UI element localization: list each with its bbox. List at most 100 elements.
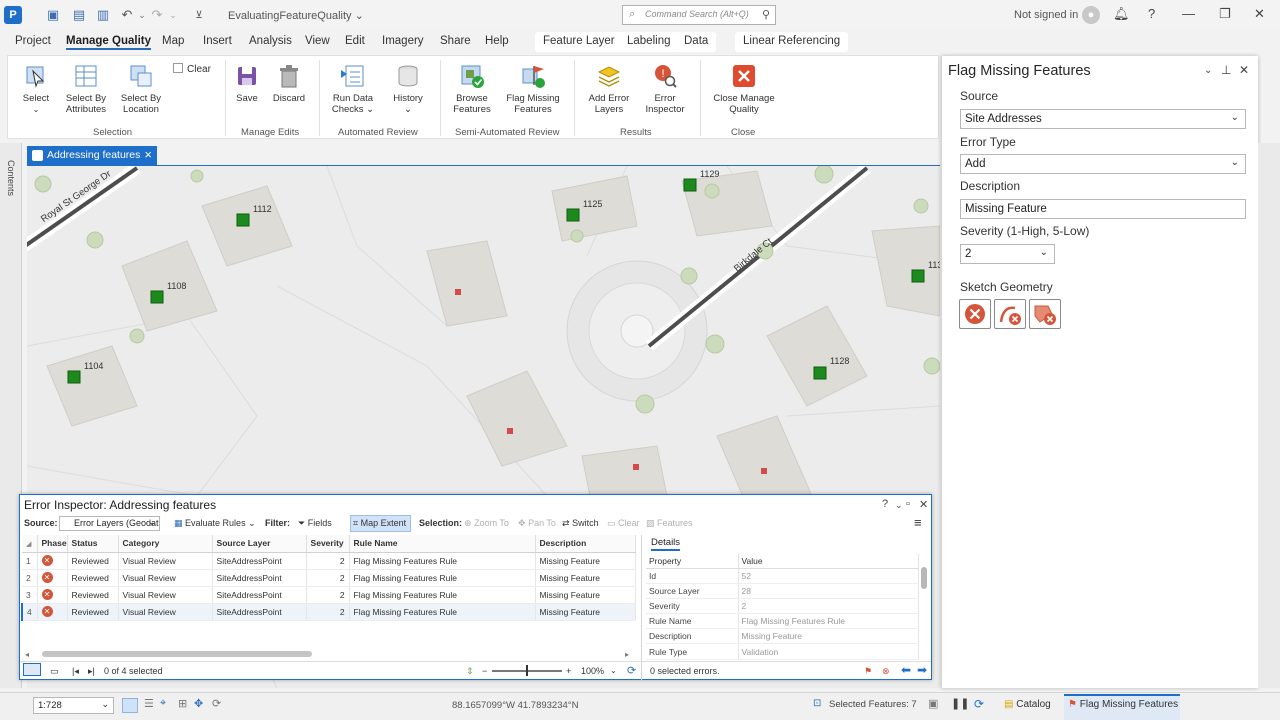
- run-data-checks-button[interactable]: Run Data Checks ⌄: [323, 62, 383, 115]
- scroll-left-icon[interactable]: ◂: [25, 650, 29, 659]
- sketch-line-button[interactable]: [994, 299, 1026, 329]
- select-by-attributes-button[interactable]: Select By Attributes: [56, 62, 116, 115]
- tab-labeling[interactable]: Labeling: [619, 32, 679, 52]
- table-row[interactable]: 1 ✕ Reviewed Visual Review SiteAddressPo…: [22, 552, 636, 570]
- tab-feature-layer[interactable]: Feature Layer: [535, 32, 623, 52]
- tab-catalog[interactable]: ▤ Catalog: [1004, 699, 1051, 710]
- customize-toolbar-icon[interactable]: ⊻: [190, 6, 208, 24]
- minimize-icon[interactable]: —: [1182, 6, 1195, 21]
- zoom-to-button[interactable]: ⊕ Zoom To: [464, 518, 509, 529]
- source-select[interactable]: Site Addresses ⌄: [960, 109, 1246, 129]
- map-extent-button[interactable]: ⌗ Map Extent: [353, 518, 406, 529]
- splitter[interactable]: [641, 535, 642, 680]
- layout-icon[interactable]: ⊞: [178, 697, 187, 710]
- avatar[interactable]: ●: [1082, 6, 1100, 24]
- zoom-out-icon[interactable]: −: [482, 666, 487, 676]
- column-header[interactable]: Rule Name: [349, 535, 536, 553]
- help-icon[interactable]: ?: [1148, 6, 1155, 21]
- refresh-map-icon[interactable]: ⟳: [212, 697, 221, 710]
- error-source-select[interactable]: Error Layers (Geodat ⌄: [59, 516, 160, 531]
- column-header[interactable]: Status: [67, 535, 119, 553]
- save-project-icon[interactable]: ▥: [94, 6, 112, 24]
- contents-label[interactable]: Contents: [6, 160, 16, 196]
- pan-to-button[interactable]: ✥ Pan To: [518, 518, 556, 529]
- clear-selection-button[interactable]: Clear: [173, 63, 211, 75]
- scale-height-icon[interactable]: ⇕: [466, 666, 474, 677]
- show-all-records-icon[interactable]: [23, 663, 41, 676]
- app-logo-icon[interactable]: P: [4, 6, 22, 24]
- inspector-help-icon[interactable]: ?: [882, 498, 888, 510]
- add-error-layers-button[interactable]: Add Error Layers: [579, 62, 639, 115]
- tab-imagery[interactable]: Imagery: [382, 35, 424, 47]
- details-tab[interactable]: Details: [651, 537, 681, 551]
- pane-options-icon[interactable]: ⌄: [1204, 65, 1212, 76]
- tab-linear-referencing[interactable]: Linear Referencing: [735, 32, 849, 52]
- column-header[interactable]: Severity: [306, 535, 350, 553]
- zoom-error-icon[interactable]: ⊗: [882, 666, 890, 677]
- close-window-icon[interactable]: ✕: [1254, 6, 1265, 22]
- description-input[interactable]: Missing Feature: [960, 199, 1246, 219]
- flag-missing-features-button[interactable]: Flag Missing Features: [503, 62, 563, 115]
- tab-project[interactable]: Project: [15, 35, 51, 47]
- details-vertical-scrollbar[interactable]: [921, 567, 927, 589]
- close-pane-icon[interactable]: ✕: [1239, 63, 1249, 77]
- selected-features-count[interactable]: Selected Features: 7: [829, 699, 917, 710]
- discard-edits-button[interactable]: Discard: [259, 62, 319, 104]
- column-header[interactable]: Source Layer: [212, 535, 307, 553]
- inspector-options-icon[interactable]: ⌄: [895, 500, 903, 511]
- tab-help[interactable]: Help: [485, 35, 509, 47]
- features-button[interactable]: ▨ Features: [646, 518, 693, 529]
- pause-drawing-icon[interactable]: ❚❚: [951, 697, 969, 710]
- notifications-bell-icon[interactable]: 🔔︎: [1113, 6, 1130, 22]
- switch-selection-button[interactable]: ⇄ Switch: [562, 518, 599, 529]
- fields-filter-button[interactable]: ⏷ Fields: [298, 518, 332, 529]
- status-options-icon[interactable]: ▣: [928, 697, 938, 710]
- select-by-location-button[interactable]: Select By Location: [111, 62, 171, 115]
- show-selected-records-icon[interactable]: ▭: [50, 666, 59, 677]
- next-arrow-icon[interactable]: ➡: [917, 663, 927, 677]
- map-scale-select[interactable]: 1:728 ⌄: [33, 697, 114, 714]
- list-icon[interactable]: ☰: [144, 697, 154, 710]
- grid-icon[interactable]: [122, 698, 138, 713]
- zoom-slider-thumb[interactable]: [526, 665, 528, 676]
- sign-in-status[interactable]: Not signed in: [1014, 9, 1078, 21]
- severity-select[interactable]: 2 ⌄: [960, 244, 1055, 264]
- menu-icon[interactable]: ≡: [914, 515, 922, 530]
- sketch-polygon-button[interactable]: [1029, 299, 1061, 329]
- pin-icon[interactable]: ⊥: [1221, 63, 1231, 77]
- error-inspector-button[interactable]: ! Error Inspector: [635, 62, 695, 115]
- inspector-maximize-icon[interactable]: ▫: [906, 498, 910, 510]
- tab-manage-quality[interactable]: Manage Quality: [66, 35, 151, 50]
- redo-dropdown-icon[interactable]: ⌄: [164, 6, 182, 24]
- last-record-icon[interactable]: ▸|: [88, 666, 95, 677]
- table-row[interactable]: 4 ✕ Reviewed Visual Review SiteAddressPo…: [21, 603, 636, 621]
- tab-map[interactable]: Map: [162, 35, 184, 47]
- error-type-select[interactable]: Add ⌄: [960, 154, 1246, 174]
- tab-insert[interactable]: Insert: [203, 35, 232, 47]
- column-header[interactable]: Description: [535, 535, 636, 553]
- command-search-input[interactable]: ⌕ Command Search (Alt+Q) ⚲: [622, 5, 776, 25]
- restore-icon[interactable]: ❐: [1219, 6, 1231, 22]
- tab-edit[interactable]: Edit: [345, 35, 365, 47]
- chevron-down-icon[interactable]: ⌄: [610, 666, 617, 675]
- first-record-icon[interactable]: |◂: [72, 666, 79, 677]
- open-project-icon[interactable]: ▤: [70, 6, 88, 24]
- close-map-tab-icon[interactable]: ×: [144, 147, 152, 162]
- navigate-icon[interactable]: ✥: [194, 697, 203, 710]
- table-row[interactable]: 3 ✕ Reviewed Visual Review SiteAddressPo…: [22, 586, 636, 604]
- close-manage-quality-button[interactable]: Close Manage Quality: [710, 62, 778, 115]
- zoom-in-icon[interactable]: +: [566, 666, 571, 676]
- horizontal-scrollbar[interactable]: [42, 651, 312, 657]
- column-header[interactable]: Phase: [37, 535, 68, 553]
- refresh-icon[interactable]: ⟳: [627, 664, 636, 677]
- map-view-tab[interactable]: Addressing features ×: [27, 146, 157, 165]
- new-project-icon[interactable]: ▣: [44, 6, 62, 24]
- inspector-close-icon[interactable]: ✕: [919, 498, 928, 511]
- tab-data[interactable]: Data: [676, 32, 717, 52]
- previous-arrow-icon[interactable]: ⬅: [901, 663, 911, 677]
- project-name[interactable]: EvaluatingFeatureQuality ⌄: [228, 9, 364, 22]
- details-column-header[interactable]: Property: [646, 554, 739, 569]
- history-button[interactable]: History ⌄: [378, 62, 438, 115]
- tab-share[interactable]: Share: [440, 35, 471, 47]
- clear-selection-tb-button[interactable]: ▭ Clear: [607, 518, 640, 529]
